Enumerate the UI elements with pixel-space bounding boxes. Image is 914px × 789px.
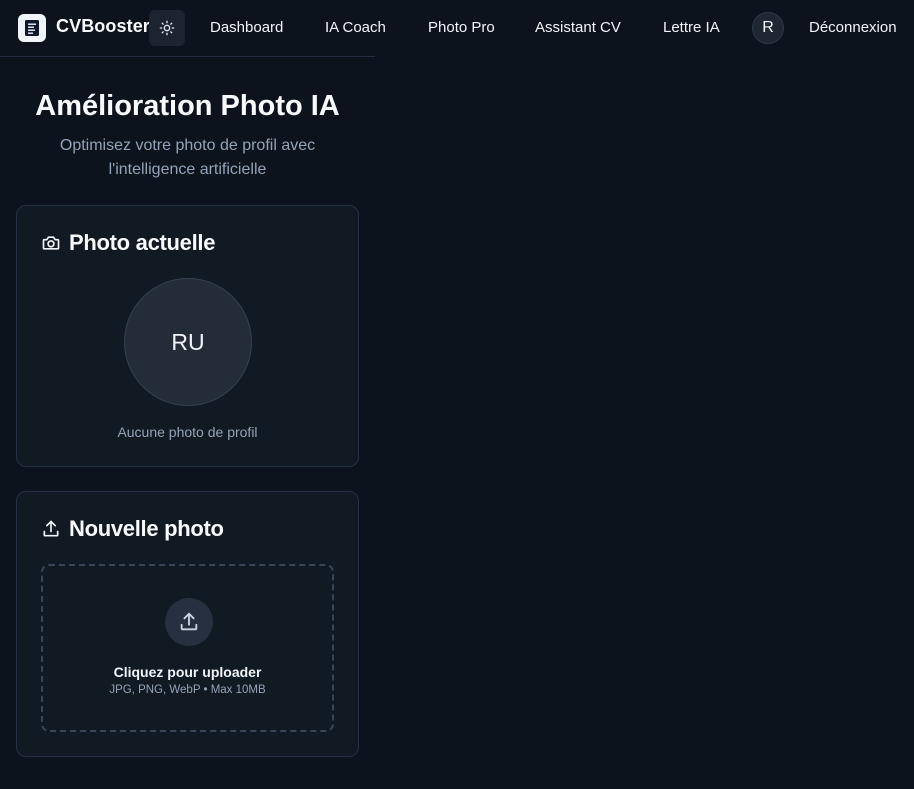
- app-logo[interactable]: [18, 14, 46, 42]
- upload-dropzone[interactable]: Cliquez pour uploader JPG, PNG, WebP • M…: [41, 564, 334, 732]
- document-icon: [25, 20, 39, 36]
- camera-icon: [41, 233, 61, 253]
- nav-dashboard[interactable]: Dashboard: [210, 19, 283, 36]
- sun-icon: [159, 20, 175, 36]
- upload-icon: [165, 598, 213, 646]
- new-photo-card: Nouvelle photo Cliquez pour uploader JPG…: [16, 491, 359, 757]
- header-divider: [0, 56, 375, 57]
- page-subtitle: Optimisez votre photo de profil avec l'i…: [59, 137, 316, 178]
- upload-icon: [41, 519, 61, 539]
- nav-assistant-cv[interactable]: Assistant CV: [535, 19, 621, 36]
- nav-ia-coach[interactable]: IA Coach: [325, 19, 386, 36]
- current-photo-heading: Photo actuelle: [41, 230, 215, 256]
- brand-name[interactable]: CVBooster: [56, 16, 150, 37]
- user-avatar[interactable]: R: [752, 12, 784, 44]
- no-photo-text: Aucune photo de profil: [117, 424, 258, 440]
- nav-photo-pro[interactable]: Photo Pro: [428, 19, 495, 36]
- upload-label: Cliquez pour uploader: [113, 664, 262, 680]
- nav-lettre-ia[interactable]: Lettre IA: [663, 19, 720, 36]
- top-navbar: CVBooster Dashboard IA Coach Photo Pro A…: [0, 0, 914, 56]
- theme-toggle-button[interactable]: [149, 10, 185, 46]
- new-photo-heading: Nouvelle photo: [41, 516, 224, 542]
- page-title: Amélioration Photo IA: [35, 90, 340, 122]
- current-photo-title: Photo actuelle: [69, 230, 216, 255]
- current-photo-card: Photo actuelle RU Aucune photo de profil: [16, 205, 359, 467]
- profile-photo-placeholder: RU: [124, 278, 252, 406]
- logout-button[interactable]: Déconnexion: [809, 19, 897, 36]
- upload-hint: JPG, PNG, WebP • Max 10MB: [109, 684, 266, 696]
- new-photo-title: Nouvelle photo: [69, 516, 224, 541]
